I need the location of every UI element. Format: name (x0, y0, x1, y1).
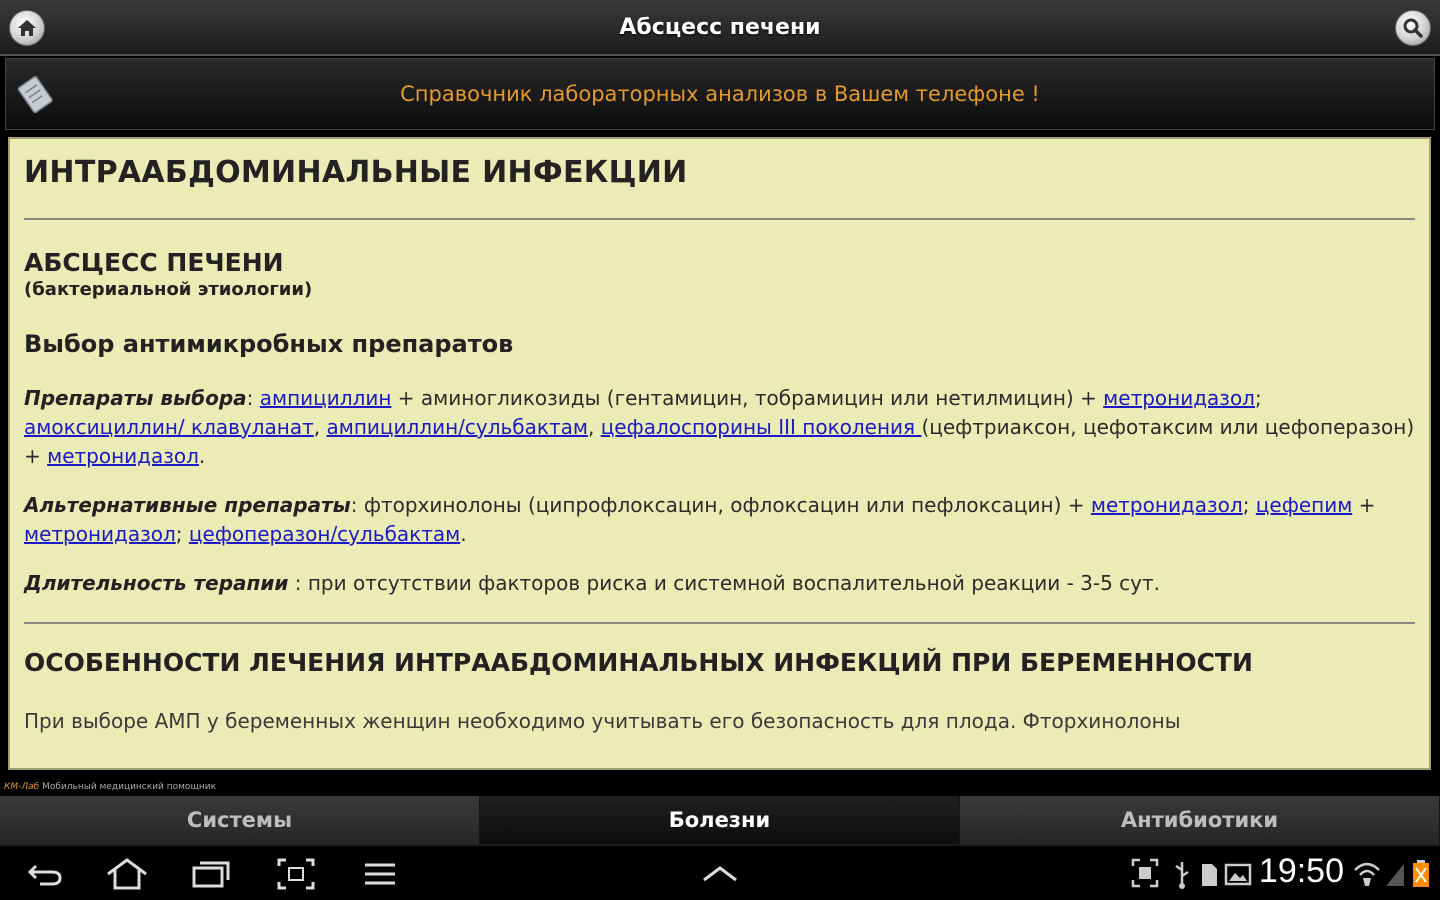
therapy-duration-label: Длительность терапии (24, 571, 289, 595)
link-amoxicillin-clavulanate[interactable]: амоксициллин/ клавуланат (24, 415, 314, 439)
tab-antibiotics[interactable]: Антибиотики (960, 796, 1440, 846)
text: . (460, 522, 467, 546)
link-metronidazole[interactable]: метронидазол (1091, 493, 1243, 517)
link-ampicillin[interactable]: ампициллин (260, 386, 392, 410)
menu-icon[interactable] (362, 856, 398, 892)
recent-apps-icon[interactable] (190, 856, 232, 892)
usb-icon (1175, 862, 1189, 889)
battery-icon (1413, 860, 1429, 887)
text: , (313, 415, 327, 439)
bottom-tabs: Системы Болезни Антибиотики (0, 796, 1440, 846)
link-cefoperazone-sulbactam[interactable]: цефоперазон/сульбактам (189, 522, 460, 546)
section-title: ИНТРААБДОМИНАЛЬНЫЕ ИНФЕКЦИИ (24, 155, 688, 190)
divider (24, 218, 1415, 220)
image-icon (1224, 863, 1252, 886)
notepad-icon (17, 76, 53, 114)
link-cephalosporins-3[interactable]: цефалоспорины III поколения (601, 415, 922, 439)
drugs-of-choice-label: Препараты выбора (24, 386, 247, 410)
resize-icon (1131, 858, 1159, 888)
link-ampicillin-sulbactam[interactable]: ампициллин/сульбактам (326, 415, 587, 439)
status-clock: 19:50 (1258, 852, 1344, 890)
tab-diseases[interactable]: Болезни (480, 796, 960, 846)
drug-choice-heading: Выбор антимикробных препаратов (24, 330, 514, 358)
back-icon[interactable] (24, 856, 66, 892)
ad-banner[interactable]: Справочник лабораторных анализов в Вашем… (5, 58, 1435, 130)
screenshot-icon[interactable] (276, 856, 316, 892)
search-icon (1403, 18, 1423, 38)
wifi-icon (1354, 862, 1380, 886)
drugs-of-choice-paragraph: Препараты выбора: ампициллин + аминоглик… (24, 384, 1415, 471)
text: , (587, 415, 601, 439)
text: ; (1242, 493, 1256, 517)
text: : при отсутствии факторов риска и систем… (288, 571, 1160, 595)
chevron-up-icon[interactable] (700, 856, 740, 892)
article-content[interactable]: ИНТРААБДОМИНАЛЬНЫЕ ИНФЕКЦИИ АБСЦЕСС ПЕЧЕ… (8, 137, 1431, 770)
divider (24, 622, 1415, 624)
system-nav-bar: 19:50 (0, 848, 1440, 900)
sd-card-icon (1202, 864, 1217, 886)
link-metronidazole[interactable]: метронидазол (1103, 386, 1255, 410)
text: : (350, 493, 364, 517)
alternative-drugs-label: Альтернативные препараты (24, 493, 351, 517)
footer-brand: КМ-Лаб (4, 782, 40, 792)
link-metronidazole[interactable]: метронидазол (24, 522, 176, 546)
disease-title: АБСЦЕСС ПЕЧЕНИ (24, 248, 284, 277)
text: . (198, 444, 206, 468)
text: + аминогликозиды (гентамицин, тобрамицин… (391, 386, 1104, 410)
tab-systems[interactable]: Системы (0, 796, 480, 846)
search-button[interactable] (1395, 10, 1431, 46)
footer-tagline: КМ-Лаб Мобильный медицинский помощник (0, 779, 1440, 795)
window-title: Абсцесс печени (619, 15, 821, 40)
footer-tagline-text: Мобильный медицинский помощник (42, 782, 217, 792)
section2-title: ОСОБЕННОСТИ ЛЕЧЕНИЯ ИНТРААБДОМИНАЛЬНЫХ И… (24, 648, 1253, 677)
disease-subtitle: (бактериальной этиологии) (24, 279, 313, 300)
nav-home-icon[interactable] (104, 856, 150, 892)
alternative-drugs-paragraph: Альтернативные препараты: фторхинолоны (… (24, 491, 1415, 549)
section2-text: При выборе АМП у беременных женщин необх… (24, 709, 1181, 733)
text: : (246, 386, 260, 410)
text: + (1352, 493, 1376, 517)
title-bar: Абсцесс печени (0, 0, 1440, 56)
link-metronidazole[interactable]: метронидазол (47, 444, 199, 468)
text: ; (175, 522, 189, 546)
text: ; (1254, 386, 1262, 410)
therapy-duration-paragraph: Длительность терапии : при отсутствии фа… (24, 569, 1415, 598)
text: фторхинолоны (ципрофлоксацин, офлоксацин… (363, 493, 1091, 517)
link-cefepime[interactable]: цефепим (1256, 493, 1352, 517)
signal-icon (1386, 864, 1404, 886)
banner-text: Справочник лабораторных анализов в Вашем… (400, 82, 1040, 106)
